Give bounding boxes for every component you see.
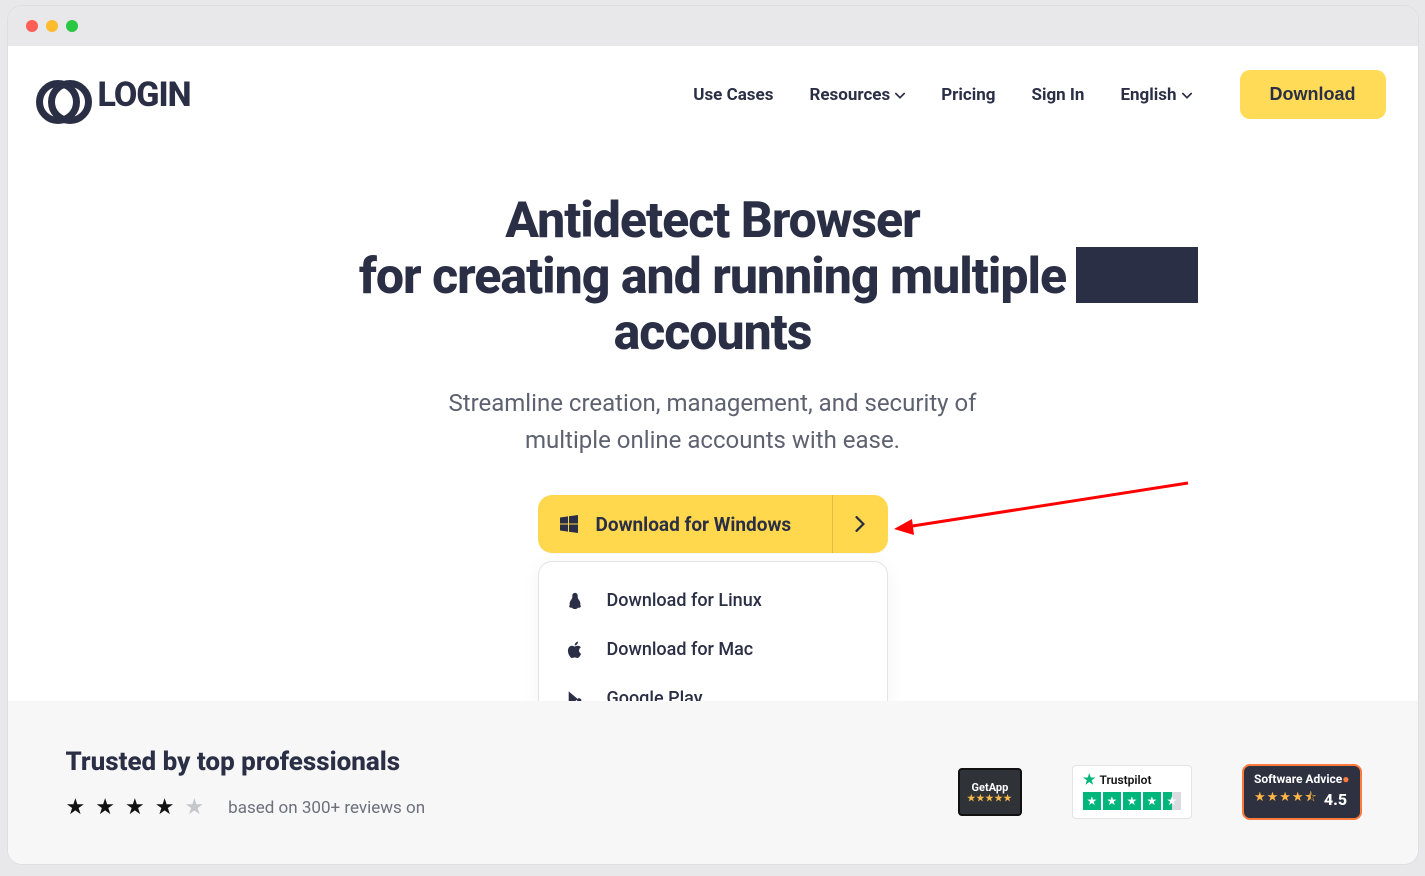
- main-nav: LOGIN Use Cases Resources Pricing Sign I…: [8, 46, 1418, 143]
- star-icon: ★: [1163, 792, 1181, 810]
- nav-use-cases[interactable]: Use Cases: [693, 85, 773, 105]
- badge-software-advice[interactable]: Software Advice● ★★★★⯪ 4.5: [1242, 764, 1362, 820]
- badge-trustpilot[interactable]: ★ Trustpilot ★ ★ ★ ★ ★: [1072, 765, 1192, 819]
- trustpilot-rating: ★ ★ ★ ★ ★: [1083, 792, 1181, 810]
- star-icon: ★: [155, 795, 175, 820]
- nav-pricing[interactable]: Pricing: [941, 85, 995, 105]
- reviews-text: based on 300+ reviews on: [228, 798, 425, 818]
- chevron-down-icon: [895, 85, 905, 105]
- title-line: accounts: [614, 304, 812, 362]
- star-icon: ★: [184, 795, 204, 820]
- badge-label: Trustpilot: [1100, 773, 1152, 787]
- badge-label: GetApp: [972, 781, 1009, 794]
- trusted-heading: Trusted by top professionals: [66, 747, 426, 777]
- hero-subtitle: Streamline creation, management, and sec…: [48, 385, 1378, 459]
- nav-resources[interactable]: Resources: [809, 85, 905, 105]
- browser-window: LOGIN Use Cases Resources Pricing Sign I…: [8, 6, 1418, 864]
- trusted-section: Trusted by top professionals ★ ★ ★ ★ ★ b…: [8, 701, 1418, 864]
- windows-icon: [560, 515, 578, 533]
- download-expand-button[interactable]: [832, 495, 888, 553]
- download-primary-button[interactable]: Download for Windows: [538, 495, 888, 553]
- star-icon: ★: [1083, 792, 1101, 810]
- download-option-mac[interactable]: Download for Mac: [539, 625, 887, 674]
- star-icon: ★: [66, 795, 86, 820]
- star-icon: ★: [1123, 792, 1141, 810]
- decorative-block: [1076, 247, 1198, 303]
- stars: ★ ★ ★ ★ ★: [66, 795, 205, 820]
- nav-links: Use Cases Resources Pricing Sign In Engl…: [693, 70, 1385, 119]
- logo-mark-icon: [36, 80, 92, 110]
- nav-label: Resources: [809, 85, 890, 105]
- review-badges: GetApp ★★★★★ ★ Trustpilot ★ ★ ★ ★ ★: [958, 764, 1362, 820]
- button-label: Download: [1270, 84, 1356, 104]
- nav-language[interactable]: English: [1120, 85, 1191, 105]
- trusted-left: Trusted by top professionals ★ ★ ★ ★ ★ b…: [66, 747, 426, 820]
- window-close-icon[interactable]: [26, 20, 38, 32]
- title-line: for creating and running multiple: [359, 248, 1066, 306]
- window-titlebar: [8, 6, 1418, 46]
- stars-icon: ★★★★⯪: [1254, 788, 1318, 810]
- star-icon: ★: [125, 795, 145, 820]
- nav-label: Use Cases: [693, 85, 773, 105]
- star-icon: ★: [95, 795, 115, 820]
- subtitle-line: multiple online accounts with ease.: [525, 426, 900, 454]
- nav-download-button[interactable]: Download: [1240, 70, 1386, 119]
- stars-icon: ★★★★★: [967, 794, 1012, 804]
- badge-getapp[interactable]: GetApp ★★★★★: [958, 768, 1022, 816]
- chevron-down-icon: [1182, 85, 1192, 105]
- nav-label: Pricing: [941, 85, 995, 105]
- button-label: Download for Windows: [596, 513, 832, 536]
- logo[interactable]: LOGIN: [36, 75, 191, 115]
- badge-label: Software Advice: [1254, 772, 1342, 786]
- apple-icon: [565, 640, 585, 660]
- star-icon: ★: [1143, 792, 1161, 810]
- subtitle-line: Streamline creation, management, and sec…: [448, 389, 976, 417]
- nav-label: English: [1120, 85, 1176, 105]
- option-label: Download for Mac: [607, 639, 754, 660]
- dot-icon: ●: [1342, 772, 1349, 786]
- window-minimize-icon[interactable]: [46, 20, 58, 32]
- trustpilot-star-icon: ★: [1083, 772, 1096, 788]
- page-content: LOGIN Use Cases Resources Pricing Sign I…: [8, 46, 1418, 864]
- download-option-linux[interactable]: Download for Linux: [539, 576, 887, 625]
- nav-sign-in[interactable]: Sign In: [1032, 85, 1085, 105]
- rating-row: ★ ★ ★ ★ ★ based on 300+ reviews on: [66, 795, 426, 820]
- linux-icon: [565, 591, 585, 611]
- window-maximize-icon[interactable]: [66, 20, 78, 32]
- badge-score: 4.5: [1324, 790, 1347, 809]
- star-icon: ★: [1103, 792, 1121, 810]
- logo-text: LOGIN: [98, 75, 191, 115]
- title-line: Antidetect Browser: [505, 192, 920, 250]
- nav-label: Sign In: [1032, 85, 1085, 105]
- option-label: Download for Linux: [607, 590, 762, 611]
